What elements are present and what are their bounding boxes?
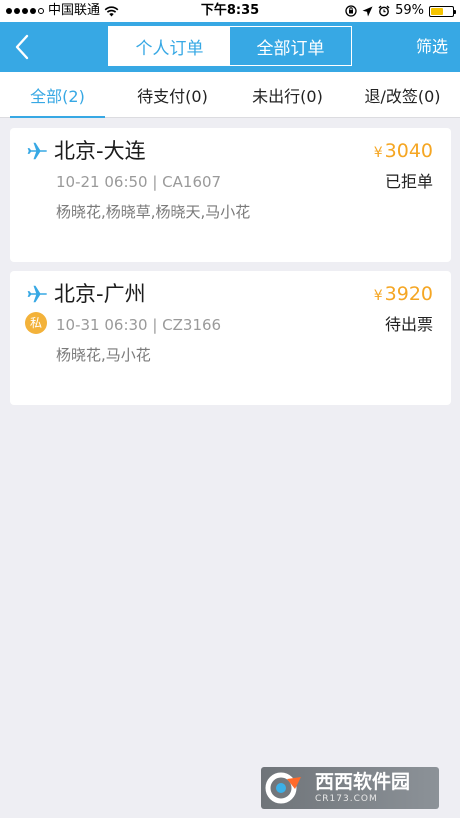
order-route: 北京-大连: [54, 139, 146, 163]
alarm-clock-icon: [378, 5, 390, 17]
price-amount: 3920: [384, 283, 433, 305]
segment-all-orders[interactable]: 全部订单: [230, 27, 351, 65]
currency-symbol: ¥: [373, 145, 383, 161]
nav-bar: 个人订单 全部订单 筛选: [0, 22, 460, 72]
plane-icon: [27, 285, 48, 303]
passenger-names: 杨晓花,杨晓草,杨晓天,马小花: [56, 203, 251, 221]
status-bar: 中国联通 下午8:35 59%: [0, 0, 460, 22]
currency-symbol: ¥: [373, 288, 383, 304]
battery-level: [431, 7, 444, 15]
private-trip-badge: 私: [25, 312, 47, 334]
tab-refund-change[interactable]: 退/改签(0): [345, 72, 460, 117]
status-bar-right: 59%: [345, 0, 456, 22]
order-price: ¥3920: [374, 281, 433, 309]
segment-personal-orders[interactable]: 个人订单: [109, 27, 230, 65]
back-button[interactable]: [6, 27, 38, 67]
battery-icon: [429, 5, 456, 17]
price-amount: 3040: [384, 140, 433, 162]
watermark-emblem-icon: [265, 772, 301, 804]
watermark-text-block: 西西软件园 CR173.COM: [315, 771, 410, 805]
watermark-text: 西西软件园: [315, 771, 411, 793]
order-status: 已拒单: [384, 172, 433, 191]
order-route: 北京-广州: [54, 282, 146, 306]
orientation-lock-icon: [345, 5, 357, 17]
order-scope-segmented-control: 个人订单 全部订单: [108, 26, 352, 66]
plane-icon: [27, 142, 48, 160]
location-arrow-icon: [362, 6, 373, 16]
order-card[interactable]: 北京-广州 ¥3920 私 10-31 06:30 | CZ3166 待出票 杨…: [10, 271, 451, 405]
filter-button[interactable]: 筛选: [416, 22, 448, 72]
order-list: 北京-大连 ¥3040 10-21 06:50 | CA1607 已拒单 杨晓花…: [10, 128, 451, 414]
order-card[interactable]: 北京-大连 ¥3040 10-21 06:50 | CA1607 已拒单 杨晓花…: [10, 128, 451, 262]
flight-datetime-number: 10-21 06:50 | CA1607: [56, 173, 222, 191]
order-status: 待出票: [384, 315, 433, 334]
passenger-names: 杨晓花,马小花: [56, 346, 151, 364]
tab-all[interactable]: 全部(2): [0, 72, 115, 118]
battery-percent: 59%: [395, 3, 424, 18]
order-status-tabs: 全部(2) 待支付(0) 未出行(0) 退/改签(0): [0, 72, 460, 118]
tab-pending-payment[interactable]: 待支付(0): [115, 72, 230, 117]
tab-not-travelled[interactable]: 未出行(0): [230, 72, 345, 117]
watermark-logo: 西西软件园 CR173.COM: [261, 767, 439, 809]
watermark-sub: CR173.COM: [315, 794, 378, 804]
order-price: ¥3040: [374, 138, 433, 166]
chevron-left-icon: [15, 34, 29, 60]
flight-datetime-number: 10-31 06:30 | CZ3166: [56, 316, 222, 334]
